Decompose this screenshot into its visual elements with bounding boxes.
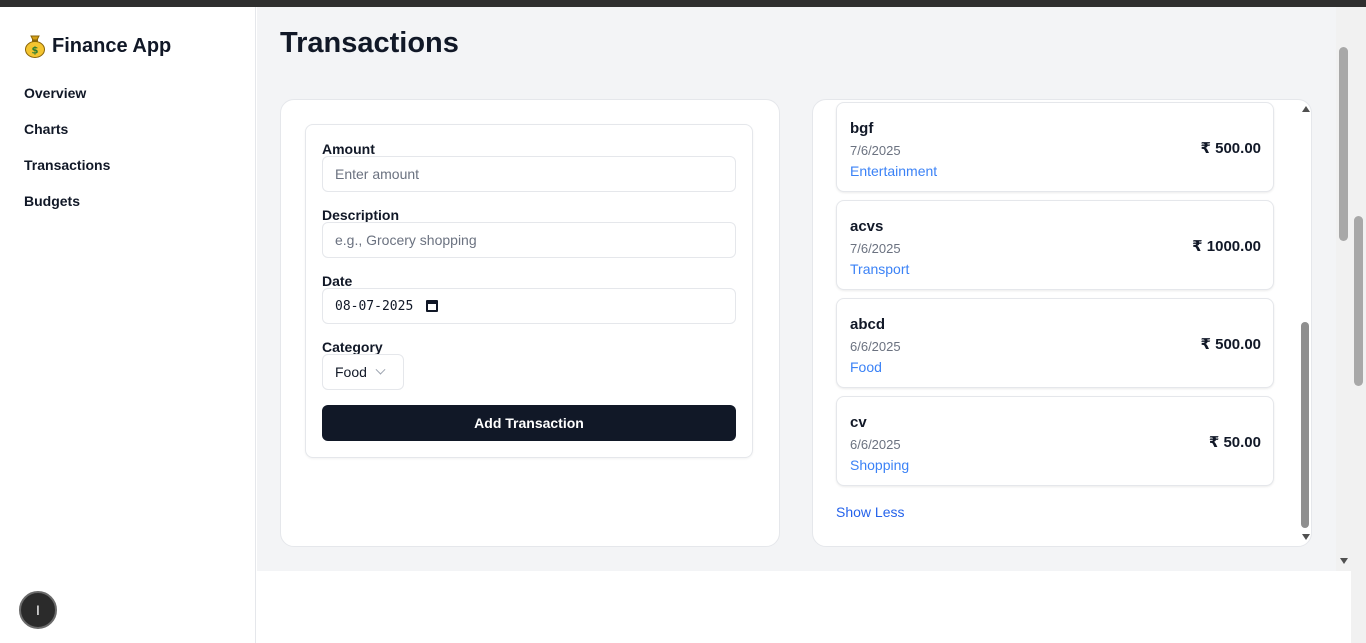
money-bag-icon: $ bbox=[24, 34, 46, 58]
description-label: Description bbox=[322, 207, 400, 223]
sidebar-item-charts[interactable]: Charts bbox=[24, 120, 110, 156]
list-item: cv 6/6/2025 Shopping ₹ 50.00 bbox=[836, 396, 1274, 486]
transaction-date: 7/6/2025 bbox=[850, 241, 901, 256]
sidebar-nav: Overview Charts Transactions Budgets bbox=[24, 84, 110, 228]
transaction-form: Amount Description Date 08-07-2025 Categ… bbox=[305, 124, 753, 458]
transaction-category: Entertainment bbox=[850, 163, 938, 179]
brand: $ Finance App bbox=[24, 34, 171, 58]
amount-label: Amount bbox=[322, 141, 375, 157]
description-input[interactable] bbox=[322, 222, 736, 258]
page-title: Transactions bbox=[280, 27, 459, 59]
scroll-down-arrow-icon[interactable] bbox=[1340, 558, 1348, 564]
scroll-up-arrow-icon[interactable] bbox=[1302, 106, 1310, 112]
transaction-amount: ₹ 500.00 bbox=[1200, 336, 1261, 353]
date-input[interactable]: 08-07-2025 bbox=[322, 288, 736, 324]
date-value: 08-07-2025 bbox=[335, 298, 414, 314]
transaction-category: Shopping bbox=[850, 457, 910, 473]
page-scrollbar-thumb[interactable] bbox=[1354, 216, 1363, 386]
sidebar-item-overview[interactable]: Overview bbox=[24, 84, 110, 120]
add-transaction-button[interactable]: Add Transaction bbox=[322, 405, 736, 441]
avatar[interactable]: I bbox=[19, 591, 57, 629]
content-scrollbar-thumb[interactable] bbox=[1339, 47, 1348, 241]
category-value: Food bbox=[335, 364, 367, 380]
app-title: Finance App bbox=[52, 34, 172, 57]
list-item: acvs 7/6/2025 Transport ₹ 1000.00 bbox=[836, 200, 1274, 290]
page-scrollbar[interactable] bbox=[1351, 7, 1366, 643]
transaction-title: abcd bbox=[850, 316, 886, 333]
list-scrollbar[interactable] bbox=[1299, 100, 1311, 546]
browser-top-bar bbox=[0, 0, 1366, 7]
transaction-amount: ₹ 50.00 bbox=[1208, 434, 1261, 451]
transaction-title: acvs bbox=[850, 218, 884, 235]
transaction-date: 7/6/2025 bbox=[850, 143, 901, 158]
list-item: bgf 7/6/2025 Entertainment ₹ 500.00 bbox=[836, 102, 1274, 192]
transaction-category: Transport bbox=[850, 261, 910, 277]
avatar-initial: I bbox=[36, 602, 40, 618]
list-item: abcd 6/6/2025 Food ₹ 500.00 bbox=[836, 298, 1274, 388]
show-less-link[interactable]: Show Less bbox=[836, 504, 904, 520]
main-content: Transactions Amount Description Date 08-… bbox=[257, 7, 1336, 571]
transaction-date: 6/6/2025 bbox=[850, 437, 901, 452]
transaction-amount: ₹ 500.00 bbox=[1200, 140, 1261, 157]
transaction-title: bgf bbox=[850, 120, 874, 137]
transaction-category: Food bbox=[850, 359, 882, 375]
list-scrollbar-thumb[interactable] bbox=[1301, 322, 1309, 528]
calendar-icon[interactable] bbox=[426, 300, 439, 312]
amount-input[interactable] bbox=[322, 156, 736, 192]
transaction-list-card[interactable]: bgf 7/6/2025 Entertainment ₹ 500.00 acvs… bbox=[812, 99, 1312, 547]
sidebar-item-budgets[interactable]: Budgets bbox=[24, 192, 110, 228]
transaction-amount: ₹ 1000.00 bbox=[1192, 238, 1261, 255]
scroll-down-arrow-icon[interactable] bbox=[1302, 534, 1310, 540]
transaction-date: 6/6/2025 bbox=[850, 339, 901, 354]
page-footer-area bbox=[257, 571, 1351, 643]
svg-text:$: $ bbox=[32, 46, 39, 57]
content-scrollbar[interactable] bbox=[1336, 7, 1351, 571]
category-select[interactable]: Food bbox=[322, 354, 404, 390]
category-label: Category bbox=[322, 339, 383, 355]
chevron-down-icon bbox=[375, 364, 386, 375]
transaction-title: cv bbox=[850, 414, 867, 431]
sidebar-item-transactions[interactable]: Transactions bbox=[24, 156, 110, 192]
sidebar: $ Finance App Overview Charts Transactio… bbox=[0, 7, 256, 643]
add-transaction-card: Amount Description Date 08-07-2025 Categ… bbox=[280, 99, 780, 547]
date-label: Date bbox=[322, 273, 353, 289]
